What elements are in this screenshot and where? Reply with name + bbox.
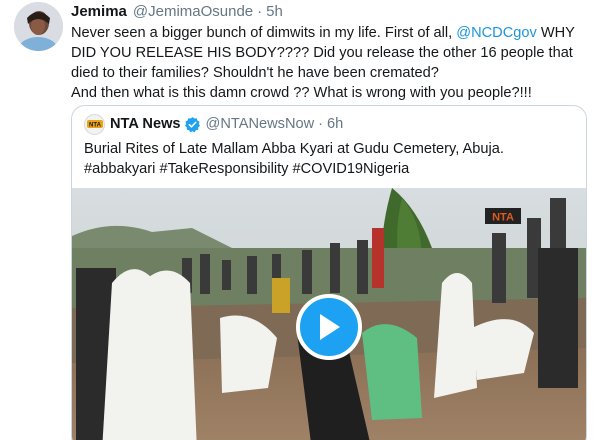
quoted-author-handle[interactable]: @NTANewsNow	[206, 116, 315, 132]
author-name[interactable]: Jemima	[71, 3, 127, 20]
verified-badge-icon	[184, 116, 201, 133]
avatar-image	[14, 2, 63, 51]
tweet-text-paragraph-1: Never seen a bigger bunch of dimwits in …	[71, 23, 591, 83]
quoted-tweet-card[interactable]: NTA NTA News @NTANewsNow · 6h Burial Rit…	[71, 105, 587, 440]
video-thumbnail[interactable]: NTA	[72, 188, 586, 440]
video-watermark: NTA	[492, 212, 514, 224]
avatar[interactable]	[14, 2, 63, 51]
tweet-header: Jemima @JemimaOsunde · 5h	[71, 0, 591, 22]
quoted-tweet-text: Burial Rites of Late Mallam Abba Kyari a…	[84, 141, 504, 177]
quoted-tweet-timestamp[interactable]: 6h	[327, 116, 343, 132]
mention-link[interactable]: @NCDCgov	[456, 25, 537, 41]
separator-dot: ·	[318, 116, 324, 132]
separator-dot: ·	[257, 2, 263, 20]
tweet-text-segment: Never seen a bigger bunch of dimwits in …	[71, 25, 457, 41]
tweet-text: Never seen a bigger bunch of dimwits in …	[71, 23, 591, 103]
play-button[interactable]	[296, 294, 362, 360]
nta-logo-avatar[interactable]: NTA	[84, 113, 105, 135]
tweet-text-paragraph-2: And then what is this damn crowd ?? What…	[71, 85, 532, 101]
tweet-timestamp[interactable]: 5h	[266, 3, 283, 20]
quoted-tweet-header: NTA NTA News @NTANewsNow · 6h	[84, 113, 343, 135]
tweet[interactable]: Jemima @JemimaOsunde · 5h Never seen a b…	[71, 0, 591, 103]
play-icon	[320, 314, 340, 340]
author-handle[interactable]: @JemimaOsunde	[133, 3, 253, 20]
nta-logo-icon: NTA	[86, 120, 103, 128]
svg-text:NTA: NTA	[89, 122, 102, 128]
quoted-author-name[interactable]: NTA News	[110, 116, 181, 132]
